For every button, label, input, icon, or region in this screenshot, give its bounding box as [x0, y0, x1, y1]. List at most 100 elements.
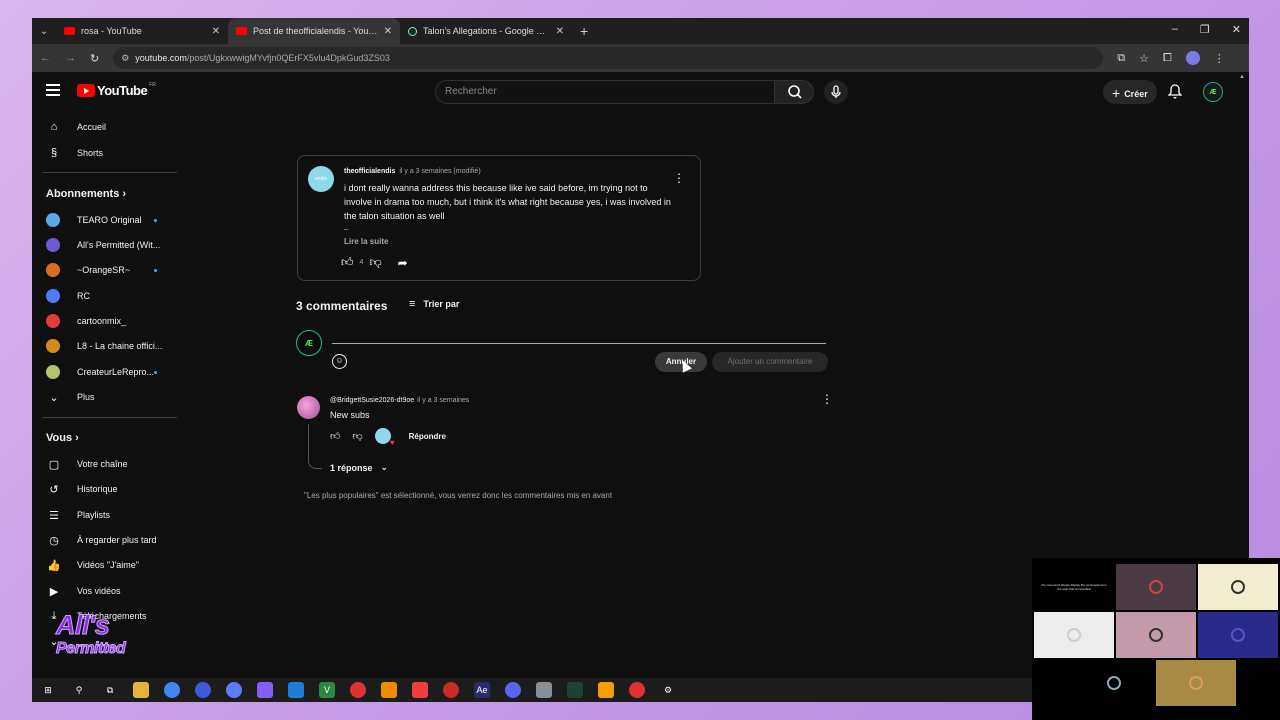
channel-avatar [46, 289, 60, 303]
thumbs-up-icon[interactable]: 👍︎ [330, 430, 340, 442]
sidebar-item-liked-videos[interactable]: 👍 Vidéos "J'aime" [32, 554, 177, 576]
minimize-icon[interactable]: – [1172, 23, 1178, 36]
sidebar-item-more[interactable]: ⌄ Plus [32, 386, 177, 408]
app-icon[interactable] [598, 682, 614, 698]
sidebar-item-playlists[interactable]: ☰ Playlists [32, 504, 177, 526]
like-count: 4 [359, 259, 364, 266]
maximize-icon[interactable]: ❐ [1200, 23, 1210, 36]
thumbs-down-icon[interactable]: 👎︎ [352, 430, 362, 442]
back-icon[interactable]: ← [40, 52, 51, 64]
youtube-logo[interactable]: YouTube FR [77, 82, 156, 98]
replies-label: 1 réponse [330, 462, 373, 473]
notifications-bell-icon[interactable] [1168, 84, 1182, 100]
sidebar-item-subscription[interactable]: ~OrangeSR~ [32, 259, 177, 281]
app-icon[interactable] [195, 682, 211, 698]
sidebar-item-label: Shorts [77, 148, 104, 158]
sidebar-item-label: cartoonmix_ [77, 316, 127, 326]
address-bar[interactable]: ⚙ youtube.com/post/UgkxwwigMYvfjn0QErFX5… [113, 47, 1104, 69]
after-effects-icon[interactable]: Ae [474, 682, 490, 698]
subscriptions-heading[interactable]: Abonnements › [46, 188, 126, 200]
settings-gear-icon[interactable]: ⚙ [660, 682, 676, 698]
call-tile [1034, 612, 1114, 658]
post-timestamp[interactable]: il y a 3 semaines (modifié) [399, 168, 480, 175]
app-icon[interactable] [257, 682, 273, 698]
sidebar-item-subscription[interactable]: TEARO Original [32, 209, 177, 231]
tab-post[interactable]: Post de theofficialendis - YouTube ✕ [228, 18, 400, 44]
browser-menu-icon[interactable]: ⋮ [1214, 52, 1225, 65]
close-tab-icon[interactable]: ✕ [212, 26, 220, 37]
chrome-icon[interactable] [164, 682, 180, 698]
share-icon[interactable]: ➦ [398, 256, 408, 270]
sidebar-item-your-channel[interactable]: ▢ Votre chaîne [32, 453, 177, 475]
sidebar-item-subscription[interactable]: CreateurLeRepro... [32, 361, 177, 383]
thumbs-up-icon[interactable]: 👍︎ [341, 255, 354, 270]
view-replies-button[interactable]: 1 réponse ⌄ [330, 462, 388, 473]
create-button[interactable]: + Créer [1103, 80, 1157, 104]
menu-icon[interactable] [46, 84, 60, 99]
comment-input[interactable] [332, 342, 826, 344]
app-icon[interactable]: V [319, 682, 335, 698]
comment-timestamp[interactable]: il y a 3 semaines [417, 397, 469, 404]
brave-icon[interactable] [412, 682, 428, 698]
extensions-icon[interactable]: ⧠ [1163, 52, 1172, 65]
sidebar-item-history[interactable]: ↺ Historique [32, 478, 177, 500]
thread-connector [308, 424, 322, 469]
more-options-icon[interactable]: ⋮ [673, 171, 685, 185]
profile-avatar[interactable] [1185, 51, 1200, 65]
app-icon[interactable] [381, 682, 397, 698]
sidebar-item-home[interactable]: ⌂ Accueil [32, 116, 177, 138]
reply-button[interactable]: Répondre [409, 432, 446, 441]
install-app-icon[interactable]: ⧉ [1117, 52, 1125, 65]
close-tab-icon[interactable]: ✕ [556, 26, 564, 37]
post-author-avatar[interactable]: endis [308, 166, 334, 192]
search-icon[interactable]: ⚲ [71, 682, 87, 698]
forward-icon[interactable]: → [65, 52, 76, 64]
app-icon[interactable] [226, 682, 242, 698]
sidebar-item-subscription[interactable]: L8 - La chaine offici... [32, 335, 177, 357]
comment-author-name[interactable]: @BridgettSusie2026-dt9oe [330, 397, 414, 404]
record-icon[interactable] [443, 682, 459, 698]
comment-more-options-icon[interactable]: ⋮ [821, 392, 833, 406]
comments-count: 3 commentaires [296, 299, 388, 313]
sort-button[interactable]: ≡ Trier par [409, 298, 459, 310]
comment-author-avatar[interactable] [297, 396, 320, 419]
new-tab-icon[interactable]: + [572, 23, 596, 39]
add-comment-button[interactable]: Ajouter un commentaire [712, 352, 828, 372]
sidebar-item-your-videos[interactable]: ▶ Vos vidéos [32, 580, 177, 602]
search-button[interactable] [774, 80, 814, 104]
thumbs-down-icon[interactable]: 👎︎ [369, 255, 381, 270]
file-explorer-icon[interactable] [133, 682, 149, 698]
app-icon[interactable] [536, 682, 552, 698]
sidebar-item-label: Historique [77, 484, 118, 494]
close-tab-icon[interactable]: ✕ [384, 26, 392, 37]
bookmark-star-icon[interactable]: ☆ [1139, 52, 1149, 65]
tab-search-icon[interactable]: ⌄ [32, 26, 56, 37]
new-content-dot [154, 268, 157, 272]
app-icon[interactable] [629, 682, 645, 698]
opera-icon[interactable] [350, 682, 366, 698]
voice-search-button[interactable] [824, 80, 848, 104]
sidebar-item-subscription[interactable]: cartoonmix_ [32, 310, 177, 332]
sort-note: "Les plus populaires" est sélectionné, v… [304, 491, 613, 500]
site-info-icon[interactable]: ⚙ [121, 53, 129, 64]
tab-docs[interactable]: Talon's Allegations - Google Docs ✕ [400, 18, 572, 44]
sidebar-item-subscription[interactable]: RC [32, 285, 177, 307]
sidebar-item-subscription[interactable]: All's Permitted (Wit... [32, 234, 177, 256]
emoji-icon[interactable]: ☺ [332, 354, 347, 369]
sidebar-item-watch-later[interactable]: ◷ À regarder plus tard [32, 529, 177, 551]
app-icon[interactable] [288, 682, 304, 698]
post-author-name[interactable]: theofficialendis [344, 168, 395, 175]
scroll-up-arrow-icon[interactable]: ▲ [1239, 74, 1245, 80]
account-avatar[interactable]: Æ [1203, 82, 1223, 102]
app-icon[interactable] [567, 682, 583, 698]
search-input[interactable]: Rechercher [435, 80, 775, 104]
reload-icon[interactable]: ↻ [90, 52, 99, 65]
sidebar-item-shorts[interactable]: § Shorts [32, 142, 177, 164]
discord-icon[interactable] [505, 682, 521, 698]
close-window-icon[interactable]: ✕ [1232, 23, 1241, 36]
tab-rosa[interactable]: rosa - YouTube ✕ [56, 18, 228, 44]
task-view-icon[interactable]: ⧉ [102, 682, 118, 698]
you-heading[interactable]: Vous › [46, 432, 79, 444]
read-more-link[interactable]: Lire la suite [344, 237, 388, 246]
windows-start-icon[interactable]: ⊞ [40, 682, 56, 698]
